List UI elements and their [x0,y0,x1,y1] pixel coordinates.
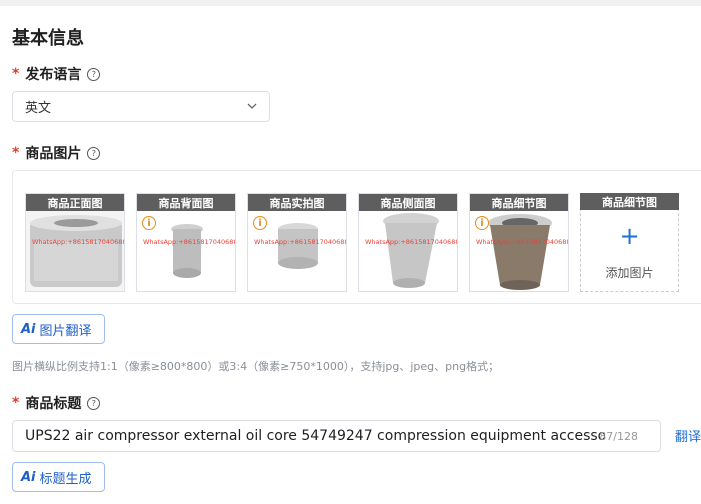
image-caption: 商品侧面图 [359,194,457,211]
watermark: WhatsApp:+8615817040688 [254,238,347,246]
image-caption: 商品实拍图 [248,194,346,211]
translate-link[interactable]: 翻译 [675,426,701,445]
images-label: * 商品图片 ? [12,143,101,163]
image-translate-label: 图片翻译 [39,323,92,339]
chevron-down-icon [247,103,257,109]
image-caption: 商品细节图 [470,194,568,211]
add-image-button[interactable]: 商品细节图 + 添加图片 [580,193,679,292]
top-divider [0,0,701,6]
product-image-back[interactable]: 商品背面图 i WhatsApp:+8615817040688 [136,193,236,292]
info-icon[interactable]: i [253,216,267,230]
product-title-label-text: 商品标题 [25,396,82,412]
char-counter: 87/128 [599,430,638,443]
product-title-label: * 商品标题 ? [12,393,101,413]
ai-icon: Ai [21,469,36,485]
image-caption: 商品背面图 [137,194,235,211]
language-select[interactable]: 英文 [12,91,270,122]
watermark: WhatsApp:+8615817040688 [365,238,458,246]
product-image-side[interactable]: 商品侧面图 WhatsApp:+8615817040688 [358,193,458,292]
section-title: 基本信息 [12,28,84,49]
product-title-input[interactable]: UPS22 air compressor external oil core 5… [12,420,661,452]
title-generate-button[interactable]: Ai 标题生成 [12,462,105,492]
image-caption: 商品正面图 [26,194,124,211]
language-select-value: 英文 [25,101,52,116]
plus-icon: + [619,222,640,250]
product-title-value: UPS22 air compressor external oil core 5… [25,428,605,444]
image-caption: 商品细节图 [580,193,679,210]
info-icon[interactable]: i [475,216,489,230]
image-translate-button[interactable]: Ai 图片翻译 [12,314,105,344]
title-generate-label: 标题生成 [39,471,92,487]
required-mark: * [12,395,20,411]
info-icon[interactable]: i [142,216,156,230]
language-label: * 发布语言 ? [12,64,101,84]
images-label-text: 商品图片 [25,146,82,162]
help-icon[interactable]: ? [87,146,101,160]
add-image-label: 添加图片 [605,266,654,280]
watermark: WhatsApp:+8615817040688 [143,238,236,246]
product-image-real[interactable]: 商品实拍图 i WhatsApp:+8615817040688 [247,193,347,292]
help-icon[interactable]: ? [87,396,101,410]
oil-filter-image [359,211,457,291]
watermark: WhatsApp:+8615817040688 [476,238,569,246]
oil-filter-image [26,211,124,291]
help-icon[interactable]: ? [87,67,101,81]
language-label-text: 发布语言 [25,67,82,83]
product-image-front[interactable]: 商品正面图 WhatsApp:+8615817040688 [25,193,125,292]
image-format-hint: 图片横纵比例支持1:1（像素≥800*800）或3:4（像素≥750*1000）… [12,360,500,373]
ai-icon: Ai [21,321,36,337]
product-image-detail[interactable]: 商品细节图 i WhatsApp:+8615817040688 [469,193,569,292]
required-mark: * [12,145,20,161]
watermark: WhatsApp:+8615817040688 [32,238,125,246]
required-mark: * [12,66,20,82]
